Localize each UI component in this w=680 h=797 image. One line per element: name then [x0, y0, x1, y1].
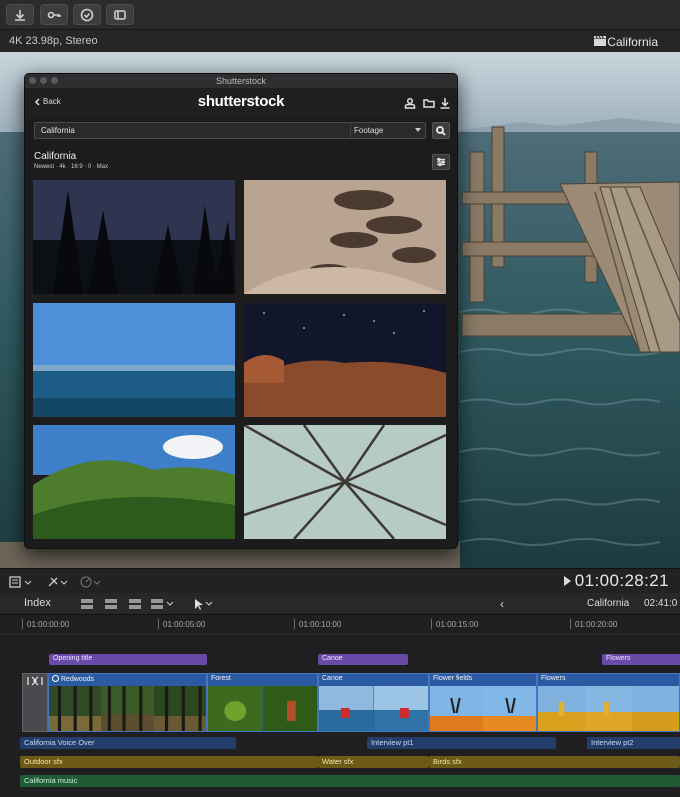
video-clip-redwoods[interactable]: Redwoods [48, 673, 207, 732]
audio-clip-interview-pt1[interactable]: Interview pt1 [367, 737, 556, 749]
audio-clip-california-music[interactable]: California music [20, 775, 680, 787]
tools-icon[interactable] [47, 576, 71, 588]
clip-name: Redwoods [60, 676, 95, 683]
play-icon[interactable] [563, 576, 571, 586]
thumbnail-sand-dunes[interactable] [244, 180, 446, 294]
arrow-tool-icon[interactable] [192, 597, 214, 611]
import-button[interactable] [6, 4, 34, 25]
ruler-tick [158, 619, 159, 629]
collections-button[interactable] [423, 96, 435, 108]
clip-name: Flowers [541, 675, 566, 682]
video-clip-flower-fields[interactable]: Flower fields [429, 673, 537, 732]
edit-buttons-group [81, 599, 174, 609]
video-clip-forest[interactable]: Forest [207, 673, 318, 732]
sliders-icon [437, 157, 445, 167]
title-clip-canoe[interactable]: Canoe [318, 654, 408, 665]
shutterstock-logo: shutterstock [197, 93, 285, 110]
transition-clip[interactable] [22, 673, 48, 732]
media-type-value: Footage [354, 126, 384, 135]
search-button[interactable] [432, 122, 450, 139]
timeline[interactable]: 01:00:00:00 01:00:05:00 01:00:10:00 01:0… [0, 615, 680, 797]
timecode-value: 01:00:28:21 [574, 571, 669, 590]
results-title: California [34, 151, 77, 162]
thumbnail-redwood-night[interactable] [33, 180, 235, 294]
timeline-project-name: California [587, 598, 630, 609]
filter-button[interactable] [432, 154, 450, 170]
search-row: Footage [34, 122, 450, 140]
timeline-back-icon[interactable]: ‹ [500, 597, 504, 611]
top-toolbar [0, 0, 680, 30]
clip-filmstrip [538, 686, 679, 731]
clip-label: Redwoods [52, 675, 94, 683]
title-clip-opening[interactable]: Opening title [49, 654, 207, 665]
clip-name: Canoe [322, 675, 343, 682]
ruler-label: 01:00:10:00 [299, 620, 342, 629]
thumbnail-tree-canopy[interactable] [244, 425, 446, 539]
ruler-label: 01:00:05:00 [163, 620, 206, 629]
account-button[interactable] [404, 96, 416, 109]
timeline-header: Index ‹ California 02:41:0 [0, 593, 680, 615]
clip-name: Forest [211, 675, 231, 682]
timecode-display: 01:00:28:21 [563, 571, 669, 591]
ruler-tick [431, 619, 432, 629]
clapperboard-icon [594, 36, 606, 46]
thumbnail-starry-desert[interactable] [244, 303, 446, 417]
downloads-button[interactable] [439, 96, 451, 109]
speed-gauge-icon[interactable] [80, 576, 104, 588]
transitions-icon [114, 9, 126, 20]
audio-clip-interview-pt2[interactable]: Interview pt2 [587, 737, 680, 749]
title-clip-flowers[interactable]: Flowers [602, 654, 680, 665]
download-icon [440, 98, 450, 109]
window-title: Shutterstock [215, 76, 267, 86]
clip-filmstrip [208, 686, 317, 731]
clip-filmstrip [319, 686, 428, 731]
thumbnail-ocean-horizon[interactable] [33, 303, 235, 417]
results-filters-summary: Newest · 4k · 16:9 · 0 · Max [34, 164, 109, 170]
transitions-button[interactable] [106, 4, 134, 25]
timeline-ruler[interactable]: 01:00:00:00 01:00:05:00 01:00:10:00 01:0… [0, 615, 680, 635]
ruler-label: 01:00:15:00 [436, 620, 479, 629]
key-icon [47, 11, 61, 18]
keyword-button[interactable] [40, 4, 68, 25]
mark-favorite-button[interactable] [73, 4, 101, 25]
project-title: California [607, 35, 658, 49]
shutterstock-header: Back shutterstock [25, 88, 457, 118]
search-icon [436, 125, 446, 136]
clip-filmstrip [430, 686, 536, 731]
timeline-controls: 01:00:28:21 [0, 568, 680, 593]
user-icon [404, 97, 416, 109]
clip-name: Flower fields [433, 675, 473, 682]
window-titlebar: Shutterstock [25, 74, 457, 88]
ruler-label: 01:00:00:00 [27, 620, 70, 629]
thumbnail-green-hills[interactable] [33, 425, 235, 539]
video-clip-canoe[interactable]: Canoe [318, 673, 429, 732]
audio-clip-birds-sfx[interactable]: Birds sfx [429, 756, 680, 768]
check-circle-icon [80, 8, 94, 21]
shutterstock-window: Shutterstock Back shutterstock Footage C… [24, 73, 458, 549]
clip-appearance-icon[interactable] [9, 576, 33, 588]
folder-icon [423, 99, 435, 108]
ruler-label: 01:00:20:00 [575, 620, 618, 629]
audio-clip-water-sfx[interactable]: Water sfx [318, 756, 429, 768]
transition-icon [27, 676, 43, 686]
index-button[interactable]: Index [24, 597, 51, 609]
media-type-select[interactable]: Footage [350, 123, 425, 138]
chevron-down-icon [415, 128, 421, 132]
ruler-tick [570, 619, 571, 629]
format-label: 4K 23.98p, Stereo [9, 35, 98, 47]
import-icon [15, 9, 25, 21]
ruler-tick [22, 619, 23, 629]
360-video-icon [52, 675, 59, 682]
audio-clip-voice-over[interactable]: California Voice Over [20, 737, 236, 749]
ruler-tick [294, 619, 295, 629]
viewer-info-bar: 4K 23.98p, Stereo California [0, 30, 680, 52]
timeline-duration: 02:41:0 [644, 598, 678, 609]
video-clip-flowers[interactable]: Flowers [537, 673, 680, 732]
clip-filmstrip [49, 686, 206, 731]
audio-clip-outdoor-sfx[interactable]: Outdoor sfx [20, 756, 318, 768]
